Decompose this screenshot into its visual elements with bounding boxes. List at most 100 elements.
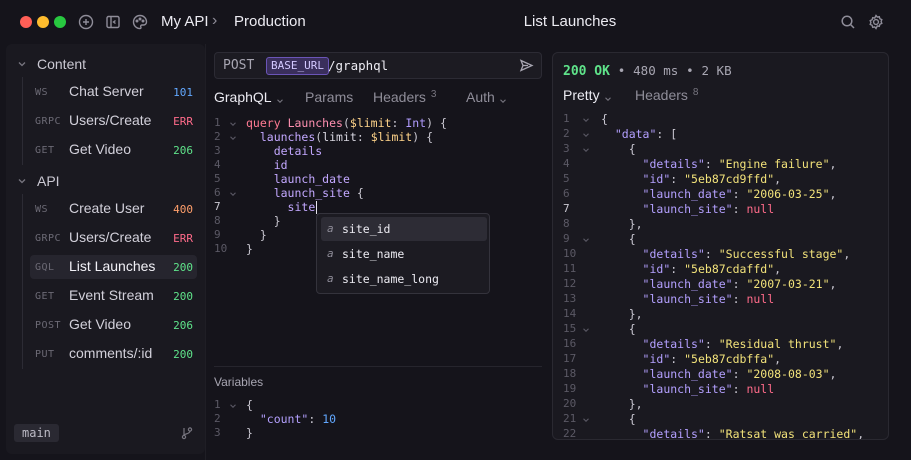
fold-chevron-icon[interactable] (581, 234, 591, 244)
line-number: 19 (563, 382, 577, 395)
send-icon[interactable] (519, 58, 534, 73)
line-number: 22 (563, 427, 577, 440)
fold-chevron-icon[interactable] (228, 132, 238, 142)
chevron-down-icon (603, 91, 613, 102)
fold-chevron-icon[interactable] (581, 114, 591, 124)
method-badge: POST (35, 320, 62, 331)
url-path[interactable]: /graphql (328, 58, 388, 73)
fold-chevron-icon[interactable] (581, 129, 591, 139)
request-method[interactable]: POST (223, 58, 254, 73)
tab-headers[interactable]: Headers 3 (373, 89, 436, 109)
sidebar-item[interactable]: GRPC Users/Create ERR (22, 223, 197, 253)
tab-headers[interactable]: Headers 8 (635, 87, 698, 103)
line-number: 8 (563, 217, 570, 230)
status-badge: 206 (173, 144, 193, 157)
sidebar-item[interactable]: GRPC Users/Create ERR (22, 106, 197, 136)
status-separator: • (617, 63, 626, 78)
sidebar-item-label: comments/:id (69, 345, 153, 361)
tab-params[interactable]: Params (305, 89, 353, 109)
status-badge: ERR (173, 115, 193, 128)
folder-content[interactable]: Content (6, 52, 205, 76)
tab-label: Pretty (563, 87, 600, 103)
fold-chevron-icon[interactable] (228, 400, 238, 410)
search-icon[interactable] (839, 13, 857, 31)
autocomplete-label: site_name_long (342, 272, 439, 286)
tab-pretty[interactable]: Pretty (563, 87, 613, 103)
sidebar-item[interactable]: GET Get Video 206 (22, 135, 197, 165)
sidebar-item[interactable]: GQL List Launches 200 (22, 252, 197, 282)
line-number: 21 (563, 412, 577, 425)
code-line: { (628, 322, 636, 336)
sidebar-item-label: Users/Create (69, 229, 152, 245)
sidebar-item[interactable]: PUT comments/:id 200 (22, 339, 197, 369)
line-number: 10 (214, 242, 228, 255)
line-number: 1 (214, 116, 221, 129)
variables-label: Variables (214, 375, 264, 389)
line-number: 9 (563, 232, 570, 245)
autocomplete-item[interactable]: a site_name (321, 242, 487, 266)
code-line: "launch_site": null (642, 292, 775, 306)
line-number: 16 (563, 337, 577, 350)
response-status-line: 200 OK • 480 ms • 2 KB (563, 63, 732, 79)
gear-icon[interactable] (867, 13, 885, 31)
folder-label: Content (37, 56, 87, 72)
pane-divider[interactable] (205, 44, 206, 460)
method-badge: WS (35, 87, 49, 98)
tree-rail (22, 77, 23, 107)
code-line: }, (628, 307, 643, 321)
method-badge: GQL (35, 262, 55, 273)
response-panel: 200 OK • 480 ms • 2 KB Pretty Headers 8 12… (552, 52, 889, 440)
code-line: "details": "Ratsat was carried", (642, 427, 865, 440)
method-badge: WS (35, 204, 49, 215)
line-number: 12 (563, 277, 577, 290)
code-line: } (246, 242, 253, 256)
tab-count: 8 (692, 87, 699, 98)
sidebar-item-label: Chat Server (69, 83, 144, 99)
git-branch-icon[interactable] (180, 426, 194, 440)
code-line: } (273, 214, 281, 228)
code-line: } (259, 228, 267, 242)
autocomplete-item[interactable]: a site_id (321, 217, 487, 241)
line-number: 1 (214, 398, 221, 411)
tree-rail (22, 135, 23, 165)
code-line: "count": 10 (259, 412, 337, 426)
status-badge: 200 (173, 261, 193, 274)
response-time: 480 ms (633, 63, 679, 78)
fold-chevron-icon[interactable] (581, 144, 591, 154)
autocomplete-label: site_id (342, 222, 391, 236)
tree-rail (22, 310, 23, 340)
url-bar[interactable]: POST BASE_URL /graphql (214, 52, 542, 79)
sidebar-item[interactable]: POST Get Video 206 (22, 310, 197, 340)
autocomplete-item[interactable]: a site_name_long (321, 267, 487, 291)
line-number: 10 (563, 247, 577, 260)
folder-api[interactable]: API (6, 169, 205, 193)
sidebar-item[interactable]: WS Chat Server 101 (22, 77, 197, 107)
line-number: 2 (563, 127, 570, 140)
code-line: "details": "Engine failure", (642, 157, 837, 171)
fold-chevron-icon[interactable] (228, 118, 238, 128)
variables-editor[interactable]: { "count": 10 } 123 (214, 398, 542, 442)
line-number: 18 (563, 367, 577, 380)
fold-chevron-icon[interactable] (228, 188, 238, 198)
tab-graphql[interactable]: GraphQL (214, 89, 285, 109)
tab-auth[interactable]: Auth (466, 89, 508, 109)
sidebar-item[interactable]: GET Event Stream 200 (22, 281, 197, 311)
line-number: 8 (214, 214, 221, 227)
editor-divider[interactable] (214, 366, 542, 367)
code-line: { (628, 232, 636, 246)
sidebar-item[interactable]: WS Create User 400 (22, 194, 197, 224)
base-url-variable[interactable]: BASE_URL (266, 57, 329, 75)
fold-chevron-icon[interactable] (581, 324, 591, 334)
code-line: "launch_site": null (642, 202, 775, 216)
status-badge: 200 (173, 348, 193, 361)
tree-rail (22, 252, 23, 282)
method-badge: PUT (35, 349, 55, 360)
status-badge: ERR (173, 232, 193, 245)
code-line: "launch_date": "2008-08-03", (642, 367, 837, 381)
git-branch-badge[interactable]: main (14, 424, 59, 442)
line-number: 5 (563, 172, 570, 185)
line-number: 13 (563, 292, 577, 305)
fold-chevron-icon[interactable] (581, 414, 591, 424)
folder-label: API (37, 173, 60, 189)
response-body[interactable]: 1 2 3 4 5 6 7 8 9 10 11 12 13 14 15 16 17 18 19 20 21 22{ "da… (563, 112, 883, 440)
